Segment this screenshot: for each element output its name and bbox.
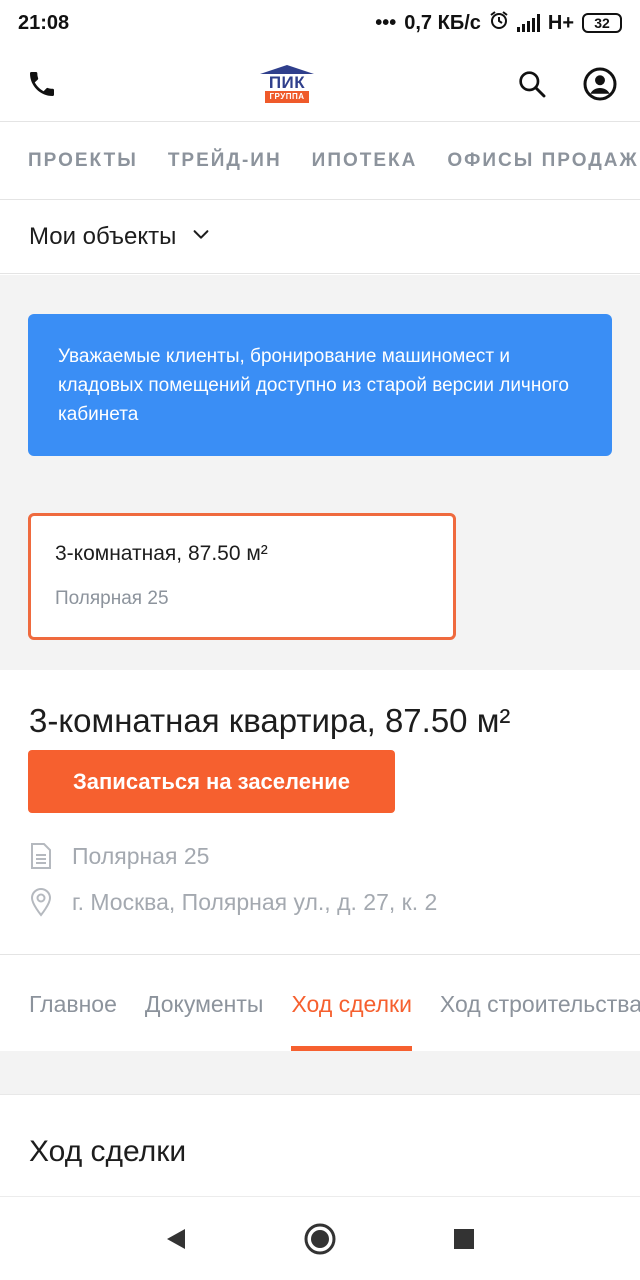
profile-icon[interactable] <box>580 64 620 104</box>
section-spacer <box>0 1051 640 1095</box>
pik-logo[interactable]: ПИК ГРУППА <box>260 64 314 103</box>
app-header: ПИК ГРУППА <box>0 46 640 122</box>
document-icon <box>28 840 54 872</box>
section-title: Ход сделки <box>29 1135 187 1168</box>
network-type: H+ <box>547 11 574 34</box>
tab-documents[interactable]: Документы <box>145 955 264 1051</box>
status-indicators: ••• 0,7 КБ/с H+ 32 <box>375 10 622 36</box>
chevron-down-icon <box>190 223 212 250</box>
phone-icon[interactable] <box>22 64 62 104</box>
tab-deal-progress[interactable]: Ход сделки <box>291 955 413 1051</box>
nav-tab-trade-in[interactable]: ТРЕЙД-ИН <box>168 150 282 172</box>
signal-icon <box>516 14 540 32</box>
my-objects-dropdown[interactable]: Мои объекты <box>0 200 640 274</box>
back-icon[interactable] <box>154 1217 198 1261</box>
address-text: г. Москва, Полярная ул., д. 27, к. 2 <box>72 888 438 915</box>
apartment-title: 3-комнатная квартира, 87.50 м² <box>29 702 511 739</box>
status-bar: 21:08 ••• 0,7 КБ/с H+ 32 <box>0 0 640 46</box>
tab-main[interactable]: Главное <box>29 955 117 1051</box>
nav-tab-projects[interactable]: ПРОЕКТЫ <box>28 150 138 172</box>
logo-subtext: ГРУППА <box>265 90 309 103</box>
nav-tab-mortgage[interactable]: ИПОТЕКА <box>312 150 418 172</box>
status-time: 21:08 <box>18 11 70 34</box>
address-info-row: г. Москва, Полярная ул., д. 27, к. 2 <box>28 886 437 918</box>
logo-text: ПИК <box>268 72 306 92</box>
header-actions <box>512 64 620 104</box>
battery-icon: 32 <box>582 13 622 33</box>
info-notice: Уважаемые клиенты, бронирование машиноме… <box>28 314 612 456</box>
book-move-in-button[interactable]: Записаться на заселение <box>28 750 395 813</box>
object-card-title: 3-комнатная, 87.50 м² <box>55 542 268 565</box>
nav-tab-sales-offices[interactable]: ОФИСЫ ПРОДАЖ <box>447 150 638 172</box>
tab-construction-progress[interactable]: Ход строительства <box>440 955 640 1051</box>
battery-level: 32 <box>594 15 610 31</box>
recent-apps-icon[interactable] <box>442 1217 486 1261</box>
network-speed: 0,7 КБ/с <box>404 11 481 34</box>
location-pin-icon <box>28 886 54 918</box>
main-nav: ПРОЕКТЫ ТРЕЙД-ИН ИПОТЕКА ОФИСЫ ПРОДАЖ <box>0 122 640 200</box>
home-icon[interactable] <box>298 1217 342 1261</box>
project-info-row: Полярная 25 <box>28 840 209 872</box>
my-objects-label: Мои объекты <box>29 222 177 250</box>
system-navigation-bar <box>0 1196 640 1280</box>
search-icon[interactable] <box>512 64 552 104</box>
object-card[interactable]: 3-комнатная, 87.50 м² Полярная 25 <box>28 513 456 640</box>
more-dots-icon: ••• <box>375 11 397 34</box>
project-name: Полярная 25 <box>72 842 210 869</box>
alarm-icon <box>489 10 509 36</box>
apartment-tabs: Главное Документы Ход сделки Ход строите… <box>0 955 640 1051</box>
object-card-project: Полярная 25 <box>55 588 169 609</box>
